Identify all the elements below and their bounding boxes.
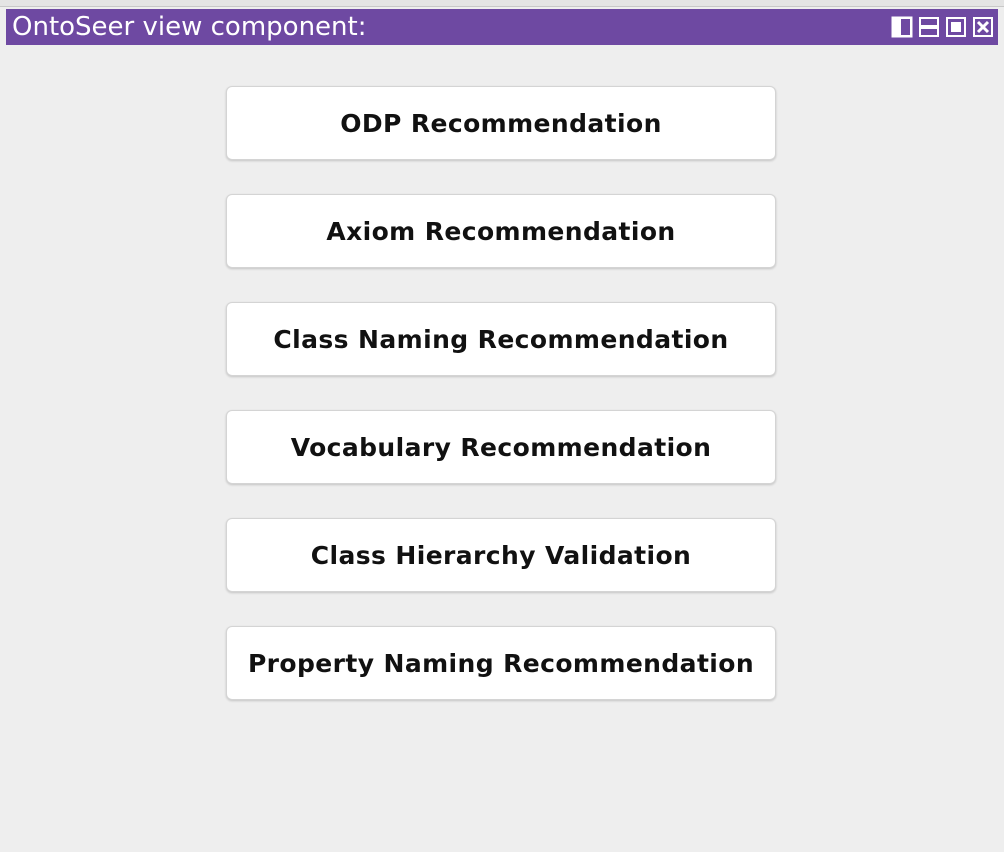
class-hierarchy-validation-button[interactable]: Class Hierarchy Validation [226,518,776,592]
split-view-icon[interactable] [891,16,913,38]
property-naming-recommendation-button[interactable]: Property Naming Recommendation [226,626,776,700]
vocabulary-recommendation-button[interactable]: Vocabulary Recommendation [226,410,776,484]
close-icon[interactable] [972,16,994,38]
view-title: OntoSeer view component: [12,12,367,42]
class-naming-recommendation-button[interactable]: Class Naming Recommendation [226,302,776,376]
view-controls [891,16,994,38]
maximize-icon[interactable] [945,16,967,38]
window-top-edge [0,0,1004,7]
minimize-icon[interactable] [918,16,940,38]
odp-recommendation-button[interactable]: ODP Recommendation [226,86,776,160]
view-title-bar: OntoSeer view component: [6,9,998,45]
axiom-recommendation-button[interactable]: Axiom Recommendation [226,194,776,268]
